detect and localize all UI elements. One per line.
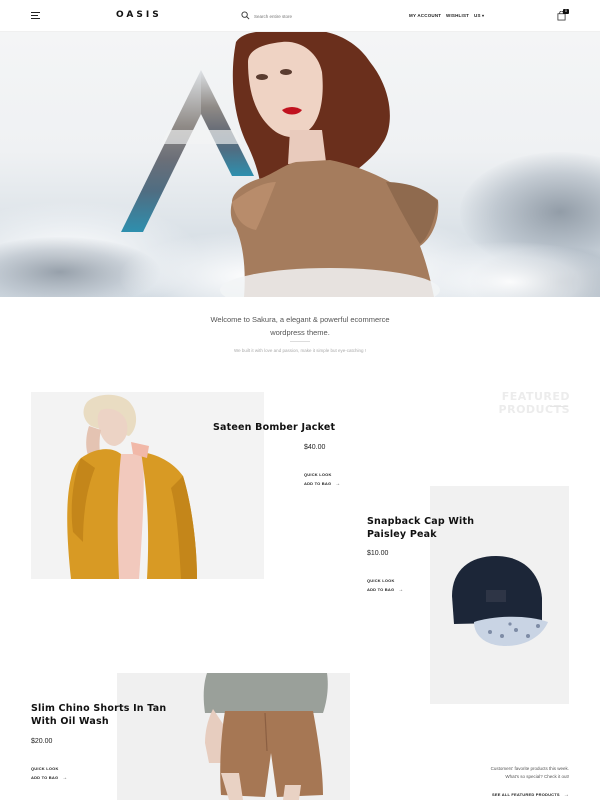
welcome-message: Welcome to Sakura, a elegant & powerful … [0,313,600,339]
hero-banner[interactable] [0,32,600,297]
featured-promo-text: Customers' favorite products this week. … [440,765,569,781]
add-to-bag-link-chino-shorts[interactable]: ADD TO BAG → [31,775,67,781]
welcome-subtext: We built it with love and passion, make … [234,348,366,353]
nav-my-account[interactable]: MY ACCOUNT [409,13,441,18]
welcome-line-1: Welcome to Sakura, a elegant & powerful … [210,315,390,324]
product-name-line: Paisley Peak [367,529,437,540]
product-price-bomber-jacket: $40.00 [304,444,326,451]
product-name-bomber-jacket[interactable]: Sateen Bomber Jacket [213,421,335,434]
nav-wishlist[interactable]: WISHLIST [446,13,469,18]
add-to-bag-label: ADD TO BAG [31,775,59,780]
search-icon[interactable] [241,11,250,20]
arrow-right-icon: → [62,775,68,781]
currency-label: US [474,13,481,18]
arrow-right-icon: → [398,587,404,593]
product-name-line: Sateen Bomber Jacket [213,422,336,433]
arrow-right-icon: → [563,792,569,798]
welcome-divider [290,341,310,342]
add-to-bag-link-bomber-jacket[interactable]: ADD TO BAG → [304,481,340,487]
chevron-down-icon: ▾ [480,13,485,18]
product-name-chino-shorts[interactable]: Slim Chino Shorts In Tan With Oil Wash [31,702,166,728]
currency-selector[interactable]: US ▾ [474,13,484,18]
featured-divider [550,406,568,407]
product-name-line: Slim Chino Shorts In Tan [31,703,167,714]
quick-look-link-chino-shorts[interactable]: QUICK LOOK [31,766,59,771]
quick-look-link-bomber-jacket[interactable]: QUICK LOOK [304,472,332,477]
search-input[interactable] [254,11,374,21]
add-to-bag-label: ADD TO BAG [304,481,332,486]
site-logo[interactable]: OASIS [116,10,162,20]
cart-count-badge: 0 [563,9,569,14]
hero-model-image [220,32,440,297]
quick-look-link-snapback-cap[interactable]: QUICK LOOK [367,578,395,583]
add-to-bag-label: ADD TO BAG [367,587,395,592]
featured-products-heading: FEATURED PRODUCTS [498,390,570,416]
see-all-featured-link[interactable]: SEE ALL FEATURED PRODUCTS → [440,792,569,798]
site-header: OASIS MY ACCOUNT WISHLIST US ▾ 0 [0,0,600,32]
product-name-snapback-cap[interactable]: Snapback Cap With Paisley Peak [367,515,474,541]
welcome-line-2: wordpress theme. [270,328,330,337]
see-all-label: SEE ALL FEATURED PRODUCTS [491,792,560,797]
product-name-line: Snapback Cap With [367,516,475,527]
product-price-chino-shorts: $20.00 [31,738,53,745]
promo-line-1: Customers' favorite products this week. [490,766,569,771]
arrow-right-icon: → [335,481,341,487]
product-name-line: With Oil Wash [31,716,109,727]
promo-line-2: What's so special? Check it out! [505,774,569,779]
hamburger-icon[interactable] [31,12,40,20]
product-image-chino-shorts[interactable] [117,673,350,800]
chino-shorts-photo [203,673,328,800]
add-to-bag-link-snapback-cap[interactable]: ADD TO BAG → [367,587,403,593]
product-price-snapback-cap: $10.00 [367,550,389,557]
